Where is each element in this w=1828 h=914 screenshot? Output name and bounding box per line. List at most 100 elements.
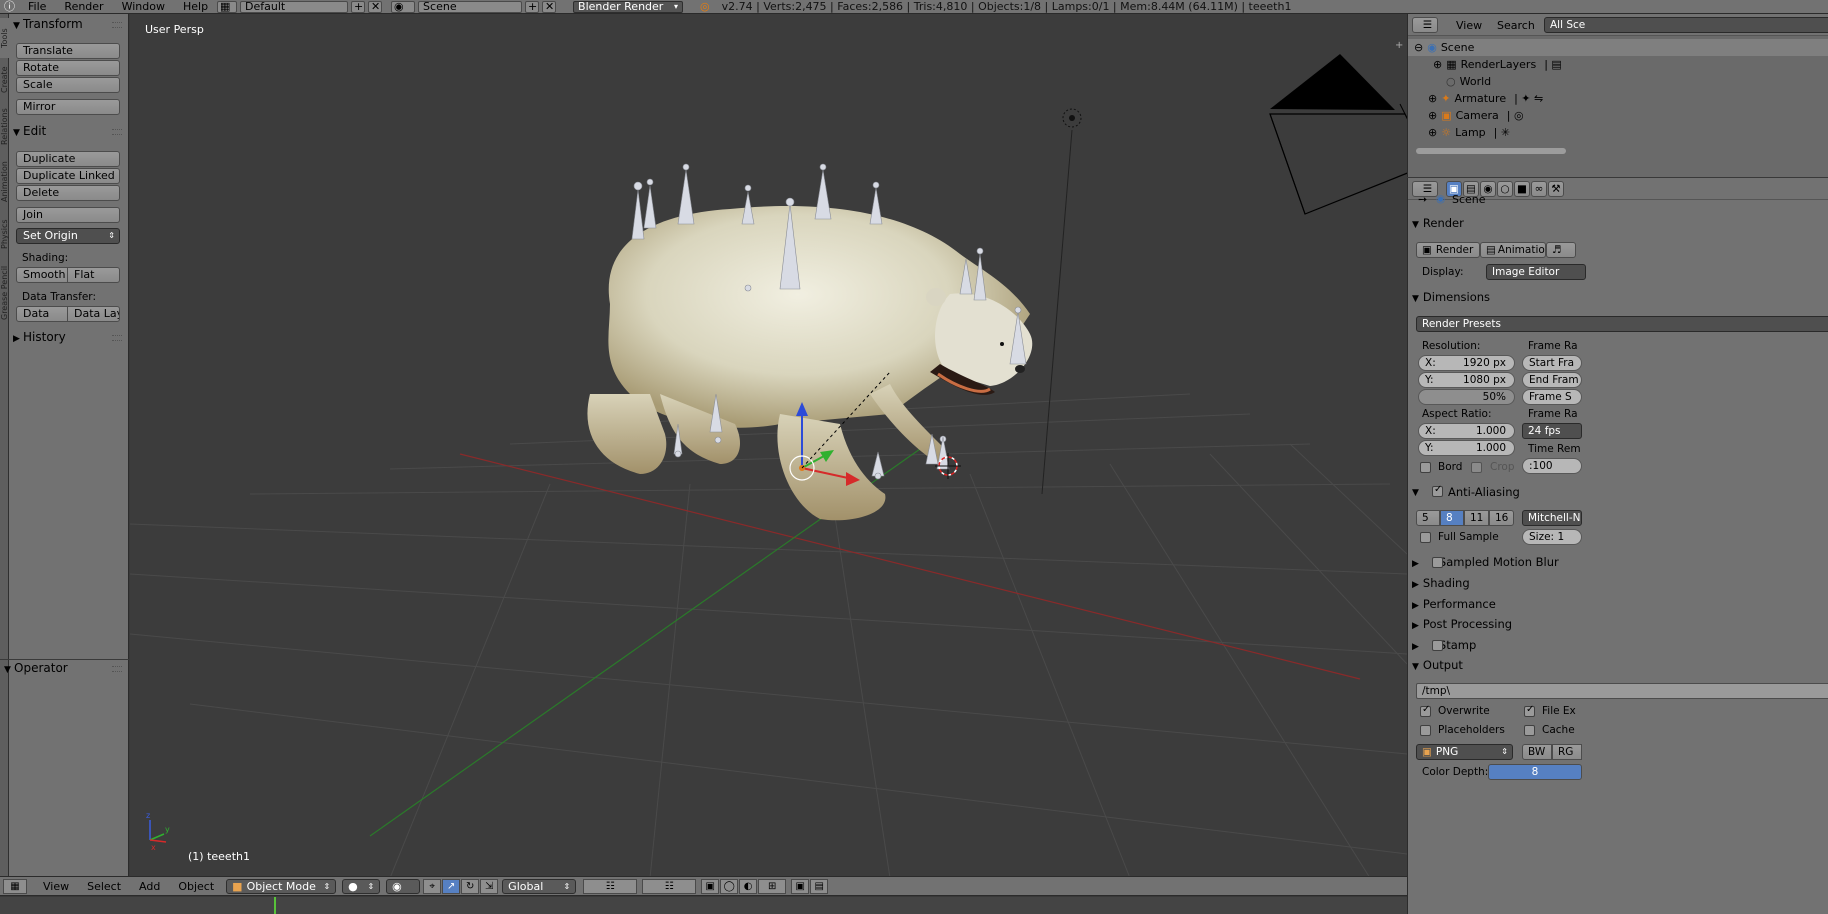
menu-render[interactable]: Render bbox=[55, 0, 112, 13]
expand-toggle-icon[interactable]: ⊕ bbox=[1428, 126, 1437, 139]
viewport-shading-select[interactable]: ● ⇕ bbox=[342, 878, 381, 894]
resolution-x-field[interactable]: X: 1920 px bbox=[1418, 355, 1515, 371]
aspect-x-field[interactable]: X: 1.000 bbox=[1418, 423, 1515, 439]
rotate-button[interactable]: Rotate bbox=[16, 60, 120, 76]
scene-icon[interactable]: ◉ bbox=[391, 0, 416, 13]
tab-grease-pencil[interactable]: Grease Pencil bbox=[0, 258, 9, 328]
aa-filter-select[interactable]: Mitchell-N bbox=[1522, 510, 1582, 526]
drag-grip-icon[interactable] bbox=[112, 335, 122, 341]
opengl-anim-icon[interactable]: ▤ bbox=[810, 878, 829, 894]
menu-object[interactable]: Object bbox=[169, 880, 223, 893]
constraints-context-icon[interactable]: ∞ bbox=[1531, 181, 1547, 197]
set-origin-dropdown[interactable]: Set Origin ⇕ bbox=[16, 228, 120, 244]
screen-layout-field[interactable]: Default bbox=[240, 0, 349, 13]
scale-button[interactable]: Scale bbox=[16, 77, 120, 93]
remove-screen-button[interactable]: ✕ bbox=[368, 0, 383, 13]
motion-blur-checkbox[interactable] bbox=[1432, 557, 1443, 568]
aa-samples-16[interactable]: 16 bbox=[1489, 510, 1514, 526]
menu-view[interactable]: View bbox=[34, 880, 78, 893]
manipulator-toggle-icon[interactable]: ⌖ bbox=[423, 878, 442, 894]
translate-manipulator-icon[interactable]: ↗ bbox=[442, 878, 461, 894]
join-button[interactable]: Join bbox=[16, 207, 120, 223]
layer-grid-1-icon[interactable]: ☷ bbox=[583, 878, 638, 894]
outliner-search-menu[interactable]: Search bbox=[1497, 19, 1535, 32]
editor-type-icon[interactable]: ⓘ bbox=[0, 0, 19, 13]
remove-scene-button[interactable]: ✕ bbox=[542, 0, 557, 13]
scale-manipulator-icon[interactable]: ⇲ bbox=[480, 878, 499, 894]
aa-samples-11[interactable]: 11 bbox=[1464, 510, 1489, 526]
pin-icon[interactable]: ➙ bbox=[1418, 193, 1427, 206]
snap-element-icon[interactable]: ⊞ bbox=[758, 878, 787, 894]
outliner-filter-select[interactable]: All Sce bbox=[1544, 17, 1828, 33]
expand-toggle-icon[interactable]: ⊕ bbox=[1428, 92, 1437, 105]
stamp-panel-header[interactable]: ▶ Stamp bbox=[1412, 636, 1476, 654]
drag-grip-icon[interactable] bbox=[112, 22, 122, 28]
lock-layers-icon[interactable]: ▣ bbox=[701, 878, 720, 894]
outliner-view-menu[interactable]: View bbox=[1456, 19, 1482, 32]
aspect-y-field[interactable]: Y: 1.000 bbox=[1418, 440, 1515, 456]
outliner-item-renderlayers[interactable]: ⊕ ▦ RenderLayers | ▤ bbox=[1408, 56, 1828, 73]
display-select[interactable]: Image Editor bbox=[1486, 264, 1586, 280]
add-scene-button[interactable]: + bbox=[525, 0, 540, 13]
data-transfer-button[interactable]: Data bbox=[16, 306, 68, 322]
expand-toggle-icon[interactable]: ⊕ bbox=[1428, 109, 1437, 122]
delete-button[interactable]: Delete bbox=[16, 185, 120, 201]
animation-button[interactable]: ▤Animation bbox=[1480, 242, 1546, 258]
render-engine-select[interactable]: Blender Render ▾ bbox=[573, 0, 684, 13]
crop-checkbox[interactable] bbox=[1471, 462, 1482, 473]
anti-aliasing-panel-header[interactable]: ▼ bbox=[1412, 482, 1423, 500]
menu-add[interactable]: Add bbox=[130, 880, 169, 893]
mirror-button[interactable]: Mirror bbox=[16, 99, 120, 115]
audio-button[interactable]: ♬ bbox=[1546, 242, 1576, 258]
modifiers-context-icon[interactable]: ⚒ bbox=[1548, 181, 1564, 197]
shading-panel-header[interactable]: ▶ Shading bbox=[1412, 574, 1470, 592]
pivot-point-select[interactable]: ◉ bbox=[386, 878, 421, 894]
tab-create[interactable]: Create bbox=[0, 60, 9, 100]
area-split-icon[interactable]: + bbox=[1395, 40, 1403, 51]
duplicate-linked-button[interactable]: Duplicate Linked bbox=[16, 168, 120, 184]
time-remap-field[interactable]: :100 bbox=[1522, 458, 1582, 474]
color-bw-button[interactable]: BW bbox=[1522, 744, 1552, 760]
transform-orientation-select[interactable]: Global ⇕ bbox=[502, 878, 577, 894]
operator-panel-header[interactable]: ▼ Operator bbox=[4, 660, 68, 676]
expand-toggle-icon[interactable]: ⊖ bbox=[1414, 41, 1423, 54]
outliner-item-lamp[interactable]: ⊕ ☼ Lamp | ✳ bbox=[1408, 124, 1828, 141]
history-panel-header[interactable]: ▶ History bbox=[13, 329, 66, 345]
object-context-icon[interactable]: ■ bbox=[1514, 181, 1530, 197]
drag-grip-icon[interactable] bbox=[112, 129, 122, 135]
file-extensions-checkbox[interactable] bbox=[1524, 704, 1535, 717]
rotate-manipulator-icon[interactable]: ↻ bbox=[461, 878, 480, 894]
tab-tools[interactable]: Tools bbox=[0, 18, 9, 58]
end-frame-field[interactable]: End Fram bbox=[1522, 372, 1582, 388]
screen-layout-icon[interactable]: ▦ bbox=[217, 0, 238, 13]
tab-relations[interactable]: Relations bbox=[0, 102, 9, 152]
data-layout-button[interactable]: Data Layo bbox=[67, 306, 120, 322]
polar-bear-model[interactable] bbox=[587, 206, 1033, 521]
output-path-field[interactable]: /tmp\ bbox=[1416, 683, 1828, 699]
transform-panel-header[interactable]: ▼ Transform bbox=[13, 16, 83, 32]
outliner-item-armature[interactable]: ⊕ ✦ Armature | ✦ ⇋ bbox=[1408, 90, 1828, 107]
file-format-select[interactable]: ▣ PNG ⇕ bbox=[1416, 744, 1513, 760]
render-button[interactable]: ▣ Render bbox=[1416, 242, 1480, 258]
outliner-editor-type-icon[interactable]: ☰ bbox=[1412, 17, 1438, 33]
outliner-scrollbar[interactable] bbox=[1416, 148, 1566, 154]
dimensions-panel-header[interactable]: ▼ Dimensions bbox=[1412, 288, 1490, 306]
performance-panel-header[interactable]: ▶ Performance bbox=[1412, 595, 1496, 613]
flat-button[interactable]: Flat bbox=[67, 267, 120, 283]
resolution-y-field[interactable]: Y: 1080 px bbox=[1418, 372, 1515, 388]
overwrite-checkbox[interactable] bbox=[1420, 704, 1431, 717]
outliner-item-world[interactable]: ○ World bbox=[1408, 73, 1828, 90]
render-panel-header[interactable]: ▼ Render bbox=[1412, 214, 1464, 232]
menu-select[interactable]: Select bbox=[78, 880, 130, 893]
3d-viewport[interactable]: User Persp z y x + (1) teeeth1 bbox=[130, 14, 1407, 878]
opengl-render-icon[interactable]: ▣ bbox=[791, 878, 810, 894]
smooth-button[interactable]: Smooth bbox=[16, 267, 68, 283]
aa-samples-5[interactable]: 5 bbox=[1416, 510, 1440, 526]
mode-select[interactable]: ■ Object Mode ⇕ bbox=[226, 878, 337, 894]
cache-result-checkbox[interactable] bbox=[1524, 725, 1535, 736]
tab-physics[interactable]: Physics bbox=[0, 212, 9, 256]
full-sample-checkbox[interactable] bbox=[1420, 532, 1431, 543]
editor-type-button[interactable]: ▦ bbox=[3, 878, 27, 894]
color-rgb-button[interactable]: RG bbox=[1552, 744, 1582, 760]
post-processing-panel-header[interactable]: ▶ Post Processing bbox=[1412, 615, 1512, 633]
